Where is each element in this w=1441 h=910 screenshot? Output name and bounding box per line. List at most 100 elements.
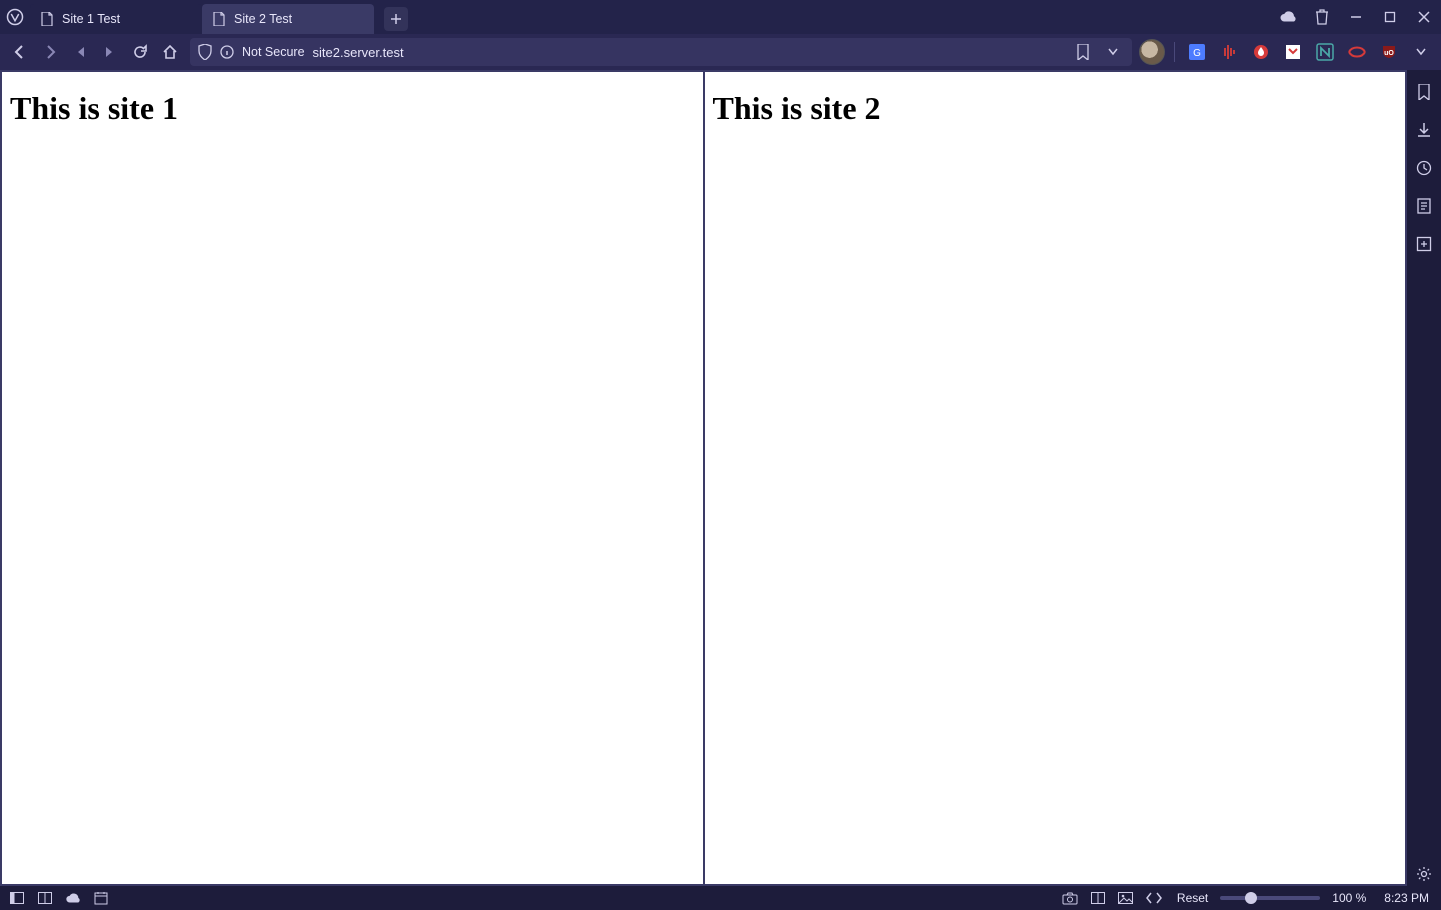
chevron-down-icon	[1108, 48, 1118, 56]
plus-icon	[390, 13, 402, 25]
separator	[1174, 42, 1175, 62]
zoom-slider-thumb[interactable]	[1245, 892, 1257, 904]
reload-button[interactable]	[126, 38, 154, 66]
rewind-button[interactable]	[66, 38, 94, 66]
page-heading-left: This is site 1	[10, 90, 695, 127]
panel-notes-button[interactable]	[1412, 194, 1436, 218]
window-close-button[interactable]	[1409, 2, 1439, 32]
translate-icon: G	[1188, 43, 1206, 61]
skip-back-icon	[73, 45, 87, 59]
forward-button[interactable]	[36, 38, 64, 66]
camera-icon	[1062, 892, 1078, 905]
not-secure-label: Not Secure	[242, 45, 305, 59]
address-dropdown-button[interactable]	[1102, 41, 1124, 63]
clock-icon	[1416, 160, 1432, 176]
skip-forward-icon	[103, 45, 117, 59]
page-actions-button[interactable]	[1143, 887, 1165, 909]
status-bar: Reset 100 % 8:23 PM	[0, 886, 1441, 910]
trash-icon	[1315, 9, 1329, 25]
chevron-left-icon	[12, 44, 28, 60]
address-bar[interactable]: Not Secure site2.server.test	[190, 38, 1132, 66]
panel-history-button[interactable]	[1412, 156, 1436, 180]
page-icon	[212, 12, 226, 26]
panel-downloads-button[interactable]	[1412, 118, 1436, 142]
url-text[interactable]: site2.server.test	[313, 45, 1064, 60]
shield-icon[interactable]	[198, 44, 212, 60]
chevron-down-icon	[1416, 48, 1426, 56]
image-icon	[1118, 892, 1133, 904]
home-button[interactable]	[156, 38, 184, 66]
cloud-icon	[65, 893, 81, 904]
pane-left[interactable]: This is site 1	[0, 70, 704, 886]
cloud-icon	[1279, 11, 1297, 23]
chevron-right-icon	[42, 44, 58, 60]
extension-drop[interactable]	[1247, 38, 1275, 66]
back-button[interactable]	[6, 38, 34, 66]
svg-text:G: G	[1193, 48, 1201, 59]
tab-site-1[interactable]: Site 1 Test	[30, 4, 202, 34]
reload-icon	[132, 44, 148, 60]
vivaldi-menu-button[interactable]	[0, 0, 30, 34]
calendar-icon	[94, 891, 108, 905]
workspace: This is site 1 This is site 2	[0, 70, 1441, 886]
clock-label: 8:23 PM	[1384, 891, 1429, 905]
window-minimize-button[interactable]	[1341, 2, 1371, 32]
minimize-icon	[1350, 11, 1362, 23]
extensions-dropdown-button[interactable]	[1407, 38, 1435, 66]
tab-title: Site 1 Test	[62, 12, 192, 26]
tiling-icon	[38, 892, 52, 904]
profile-avatar[interactable]	[1138, 38, 1166, 66]
tab-bar: Site 1 Test Site 2 Test	[0, 0, 1441, 34]
page-icon	[40, 12, 54, 26]
tab-title: Site 2 Test	[234, 12, 364, 26]
extension-notion[interactable]	[1311, 38, 1339, 66]
trash-button[interactable]	[1307, 2, 1337, 32]
plus-square-icon	[1416, 236, 1432, 252]
pocket-icon	[1285, 44, 1301, 60]
notion-icon	[1316, 43, 1334, 61]
toolbar: Not Secure site2.server.test G	[0, 34, 1441, 70]
new-tab-button[interactable]	[384, 7, 408, 31]
panel-settings-button[interactable]	[1412, 862, 1436, 886]
avatar-icon	[1139, 39, 1165, 65]
bookmark-icon	[1417, 84, 1431, 100]
home-icon	[162, 44, 178, 60]
window-controls	[1273, 2, 1441, 32]
extension-vpn[interactable]	[1343, 38, 1371, 66]
panel-add-button[interactable]	[1412, 232, 1436, 256]
extension-ublock[interactable]: uO	[1375, 38, 1403, 66]
extension-pocket[interactable]	[1279, 38, 1307, 66]
sync-status-button[interactable]	[62, 887, 84, 909]
download-icon	[1416, 122, 1432, 138]
tiling-button[interactable]	[34, 887, 56, 909]
zoom-reset-button[interactable]: Reset	[1177, 891, 1208, 905]
split-view: This is site 1 This is site 2	[0, 70, 1407, 886]
fast-forward-button[interactable]	[96, 38, 124, 66]
panel-toggle-button[interactable]	[6, 887, 28, 909]
site-info-icon[interactable]	[220, 45, 234, 59]
sync-cloud-button[interactable]	[1273, 2, 1303, 32]
notes-icon	[1417, 198, 1431, 214]
extensions-row: G uO	[1138, 38, 1435, 66]
page-heading-right: This is site 2	[713, 90, 1398, 127]
extension-audio[interactable]	[1215, 38, 1243, 66]
image-toggle-button[interactable]	[1115, 887, 1137, 909]
tiling-layout-button[interactable]	[1087, 887, 1109, 909]
maximize-icon	[1384, 11, 1396, 23]
panel-bookmarks-button[interactable]	[1412, 80, 1436, 104]
capture-button[interactable]	[1059, 887, 1081, 909]
ublock-icon: uO	[1381, 44, 1397, 60]
vivaldi-logo-icon	[6, 8, 24, 26]
zoom-level-label: 100 %	[1332, 891, 1366, 905]
window-maximize-button[interactable]	[1375, 2, 1405, 32]
zoom-slider[interactable]	[1220, 896, 1320, 900]
tab-site-2[interactable]: Site 2 Test	[202, 4, 374, 34]
calendar-status-button[interactable]	[90, 887, 112, 909]
columns-icon	[1091, 892, 1105, 904]
bookmark-page-button[interactable]	[1072, 41, 1094, 63]
gear-icon	[1416, 866, 1432, 882]
pane-right[interactable]: This is site 2	[704, 70, 1408, 886]
side-panel	[1407, 70, 1441, 886]
extension-translate[interactable]: G	[1183, 38, 1211, 66]
vpn-icon	[1348, 45, 1366, 59]
